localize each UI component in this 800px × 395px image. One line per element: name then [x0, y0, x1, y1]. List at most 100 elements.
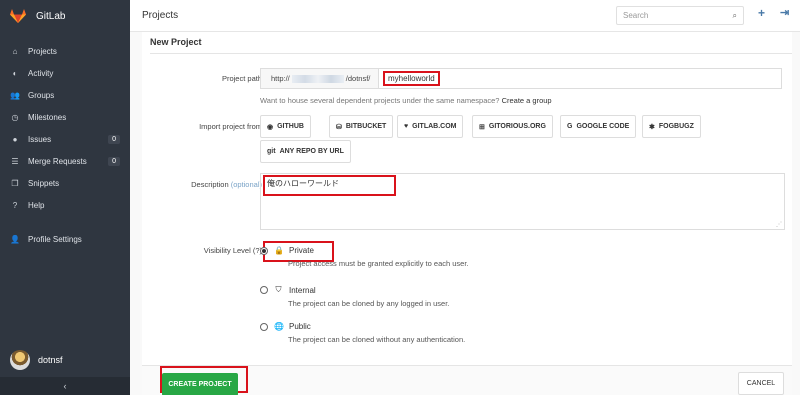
new-project-form: New Project Project path http:// /dotnsf… — [142, 32, 792, 395]
sidebar-item-issues[interactable]: ● Issues 0 — [0, 128, 130, 150]
sidebar-nav: ⌂ Projects ◐ Activity 👥 Groups ◷ Milesto… — [0, 40, 130, 250]
list-icon: ☰ — [11, 156, 19, 166]
clock-icon: ◷ — [11, 112, 19, 122]
internal-radio[interactable] — [260, 286, 268, 294]
visibility-option-internal[interactable]: ⛉ Internal The project can be cloned by … — [260, 285, 449, 308]
button-label: GOOGLE CODE — [576, 123, 630, 130]
description-label: Description (optional) — [191, 180, 262, 189]
sidebar-item-merge-requests[interactable]: ☰ Merge Requests 0 — [0, 150, 130, 172]
copy-icon: ❐ — [11, 178, 19, 188]
sidebar: GitLab ⌂ Projects ◐ Activity 👥 Groups ◷ … — [0, 0, 130, 395]
home-icon: ⌂ — [12, 46, 18, 56]
chevron-left-icon: ‹ — [63, 381, 67, 391]
gitlab-logo-icon — [10, 9, 26, 23]
project-path-label: Project path — [221, 74, 262, 83]
github-icon: ◉ — [267, 123, 274, 131]
shield-icon: ⛉ — [275, 285, 282, 294]
button-label: ANY REPO BY URL — [279, 148, 344, 155]
import-label: Import project from — [199, 122, 262, 131]
visibility-description: Project access must be granted explicitl… — [288, 259, 469, 268]
sidebar-item-groups[interactable]: 👥 Groups — [0, 84, 130, 106]
sidebar-item-activity[interactable]: ◐ Activity — [0, 62, 130, 84]
project-path-input[interactable]: myhelloworld — [379, 69, 781, 88]
project-path-group: http:// /dotnsf/ myhelloworld — [260, 68, 782, 89]
gitorious-icon: ⊞ — [479, 123, 485, 131]
import-gitorious-button[interactable]: ⊞ GITORIOUS.ORG — [472, 115, 553, 138]
description-value: 俺のハローワールド — [267, 179, 339, 188]
import-fogbugz-button[interactable]: ✱ FOGBUGZ — [642, 115, 701, 138]
sidebar-item-projects[interactable]: ⌂ Projects — [0, 40, 130, 62]
plus-icon[interactable]: + — [758, 6, 765, 20]
exclamation-icon: ● — [12, 134, 18, 144]
visibility-description: The project can be cloned by any logged … — [288, 299, 450, 308]
search-icon: ⌕ — [732, 10, 737, 20]
visibility-option-private[interactable]: 🔒 Private Project access must be granted… — [260, 246, 469, 268]
button-label: GITHUB — [277, 123, 304, 130]
button-label: GITORIOUS.ORG — [488, 123, 546, 130]
visibility-option-public[interactable]: 🌐 Public The project can be cloned witho… — [260, 322, 465, 344]
description-label-text: Description — [191, 180, 229, 189]
optional-tag: (optional) — [230, 180, 262, 189]
sidebar-item-label: Issues — [28, 134, 52, 144]
sidebar-item-milestones[interactable]: ◷ Milestones — [0, 106, 130, 128]
avatar — [10, 350, 30, 370]
question-icon: ? — [12, 200, 18, 210]
import-any-repo-button[interactable]: git ANY REPO BY URL — [260, 140, 351, 163]
import-gitlab-button[interactable]: ♥ GITLAB.COM — [397, 115, 464, 138]
current-user[interactable]: dotnsf — [10, 350, 63, 370]
button-label: FOGBUGZ — [658, 123, 694, 130]
brand[interactable]: GitLab — [0, 0, 130, 32]
import-github-button[interactable]: ◉ GITHUB — [260, 115, 311, 138]
group-hint: Want to house several dependent projects… — [260, 96, 552, 105]
visibility-name: Public — [289, 322, 311, 331]
form-title: New Project — [150, 37, 202, 47]
sidebar-item-label: Snippets — [28, 178, 60, 188]
description-textarea[interactable]: 俺のハローワールド ⋰ — [260, 173, 785, 230]
project-path-value: myhelloworld — [383, 71, 440, 86]
page-title: Projects — [142, 10, 179, 21]
public-radio[interactable] — [260, 322, 268, 331]
sidebar-item-label: Activity — [28, 68, 54, 78]
heart-icon: ♥ — [404, 123, 409, 130]
dashboard-icon: ◐ — [12, 68, 18, 78]
git-icon: git — [267, 148, 276, 155]
sidebar-item-label: Help — [28, 200, 45, 210]
user-icon: 👤 — [10, 234, 20, 244]
sign-out-icon[interactable]: ⇥ — [780, 6, 789, 19]
cancel-button[interactable]: CANCEL — [738, 372, 784, 395]
merge-requests-count-badge: 0 — [108, 156, 120, 166]
resize-handle-icon[interactable]: ⋰ — [776, 221, 782, 228]
sidebar-item-label: Milestones — [28, 112, 67, 122]
main-content: New Project Project path http:// /dotnsf… — [130, 32, 800, 395]
button-label: GITLAB.COM — [412, 123, 457, 130]
button-label: BITBUCKET — [345, 123, 387, 130]
prefix-start: http:// — [271, 74, 290, 83]
redacted-host — [291, 74, 344, 83]
import-google-code-button[interactable]: G GOOGLE CODE — [560, 115, 637, 138]
sidebar-item-label: Merge Requests — [28, 156, 87, 166]
sidebar-item-snippets[interactable]: ❐ Snippets — [0, 172, 130, 194]
create-group-link[interactable]: Create a group — [502, 96, 552, 105]
globe-icon: 🌐 — [274, 322, 284, 331]
namespace-prefix: http:// /dotnsf/ — [261, 69, 379, 88]
sidebar-item-profile-settings[interactable]: 👤 Profile Settings — [0, 228, 130, 250]
google-icon: G — [567, 123, 573, 130]
user-name: dotnsf — [38, 355, 63, 365]
sidebar-item-label: Projects — [28, 46, 57, 56]
prefix-end: /dotnsf/ — [345, 74, 371, 83]
search-input[interactable]: Search ⌕ — [616, 6, 744, 25]
top-header: Projects Search ⌕ + ⇥ — [130, 0, 800, 32]
app-name: GitLab — [36, 10, 66, 22]
hint-text: Want to house several dependent projects… — [260, 96, 500, 105]
create-project-button[interactable]: CREATE PROJECT — [162, 373, 238, 395]
import-bitbucket-button[interactable]: ⛁ BITBUCKET — [329, 115, 394, 138]
private-radio[interactable] — [260, 246, 268, 255]
visibility-label: Visibility Level (?) — [203, 246, 262, 255]
bug-icon: ✱ — [649, 123, 655, 131]
sidebar-item-help[interactable]: ? Help — [0, 194, 130, 216]
visibility-name: Internal — [289, 285, 316, 295]
sidebar-item-label: Groups — [28, 90, 55, 100]
collapse-sidebar-button[interactable]: ‹ — [0, 377, 130, 395]
issues-count-badge: 0 — [108, 134, 120, 144]
